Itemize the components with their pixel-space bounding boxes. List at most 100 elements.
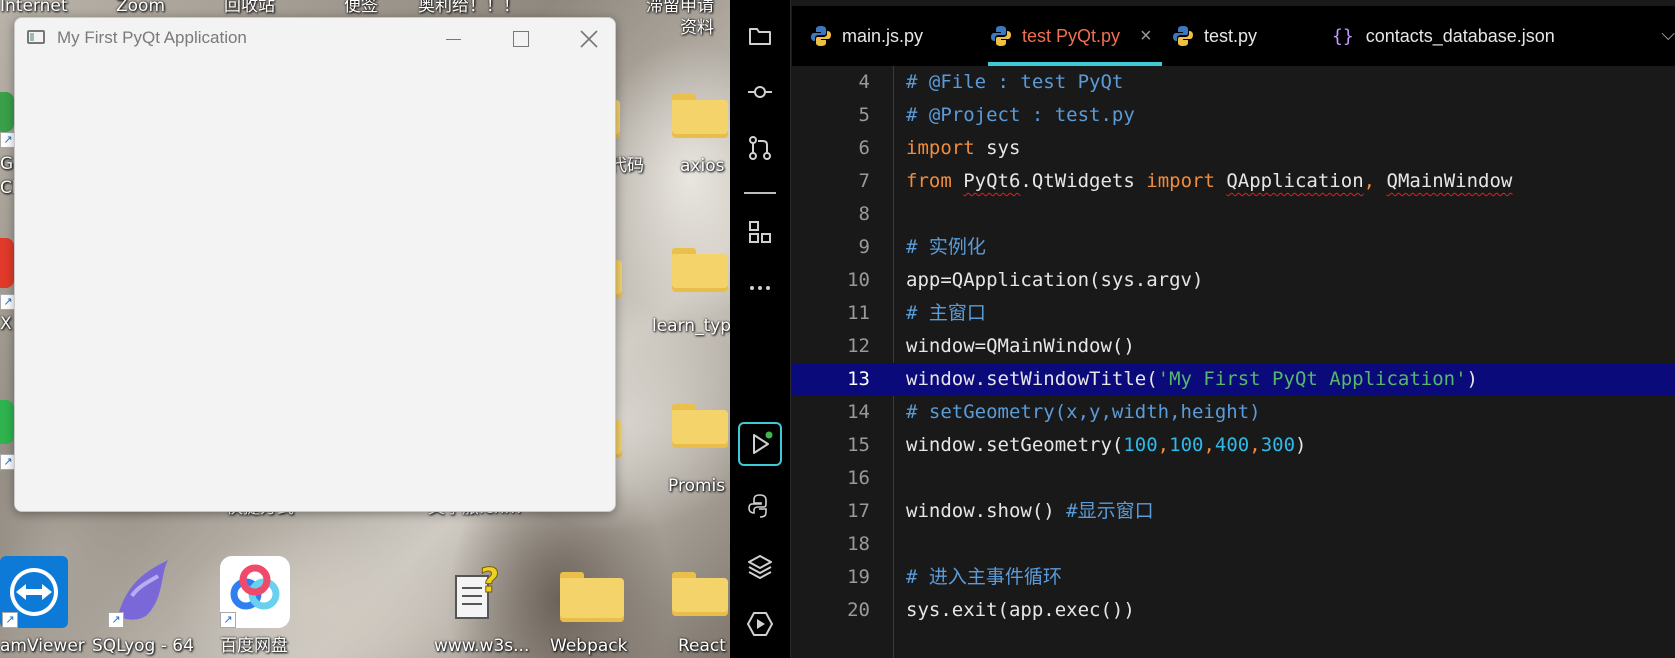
code-token: # setGeometry(x,y,width,height) xyxy=(906,401,1261,423)
code-text: # 实例化 xyxy=(906,231,986,264)
code-token: # 主窗口 xyxy=(906,302,986,324)
code-line[interactable]: 9 # 实例化 xyxy=(792,231,1675,264)
code-line[interactable]: 11 # 主窗口 xyxy=(792,297,1675,330)
folder-icon[interactable] xyxy=(672,404,728,448)
code-line[interactable]: 10 app=QApplication(sys.argv) xyxy=(792,264,1675,297)
desktop-icon-axios[interactable]: axios xyxy=(680,156,724,176)
pull-request-icon xyxy=(749,136,771,160)
code-line[interactable]: 13 window.setWindowTitle('My First PyQt A… xyxy=(792,363,1675,396)
python-icon xyxy=(991,26,1011,46)
desktop-icon-webpack[interactable]: Webpack xyxy=(550,636,627,656)
window-client-area[interactable] xyxy=(15,60,615,511)
code-token: window.show() xyxy=(906,500,1067,522)
chevron-down-icon[interactable]: ⌵ xyxy=(1661,24,1675,45)
code-editor[interactable]: 4 # @File : test PyQt 5 # @Project : test.p… xyxy=(792,66,1675,658)
minimize-button[interactable] xyxy=(425,18,481,60)
close-button[interactable] xyxy=(561,18,615,60)
commit-button[interactable] xyxy=(738,70,782,114)
code-text: # @File : test PyQt xyxy=(906,66,1123,99)
window-titlebar[interactable]: My First PyQt Application xyxy=(15,18,615,60)
folder-icon[interactable] xyxy=(672,572,728,616)
more-tools-button[interactable] xyxy=(738,266,782,310)
app-icon-green[interactable] xyxy=(0,400,14,444)
python-console-button[interactable] xyxy=(738,484,782,528)
desktop-icon-learn-typ[interactable]: learn_typ xyxy=(652,316,730,336)
code-line[interactable]: 19 # 进入主事件循环 xyxy=(792,561,1675,594)
desktop-icon-react[interactable]: React xyxy=(678,636,726,656)
layers-icon xyxy=(748,555,772,579)
code-line[interactable]: 5 # @Project : test.py xyxy=(792,99,1675,132)
run-button[interactable] xyxy=(738,422,782,466)
desktop-icon-baidu-netdisk[interactable]: 百度网盘 xyxy=(220,636,288,656)
code-line[interactable]: 6 import sys xyxy=(792,132,1675,165)
run-icon xyxy=(753,431,773,454)
python-icon xyxy=(1173,26,1193,46)
desktop-label-fragment-g[interactable]: G xyxy=(0,154,13,174)
code-line[interactable]: 16 xyxy=(792,462,1675,495)
line-number: 20 xyxy=(847,599,870,621)
code-token-error: PyQt6 xyxy=(963,170,1021,192)
desktop-label-materials[interactable]: 资料 xyxy=(680,18,714,38)
desktop-icon-promis[interactable]: Promis xyxy=(668,476,725,496)
desktop-icon-teamviewer[interactable]: amViewer xyxy=(0,636,85,656)
code-token: # 实例化 xyxy=(906,236,986,258)
structure-button[interactable] xyxy=(738,210,782,254)
line-number: 14 xyxy=(847,401,870,423)
layers-button[interactable] xyxy=(738,544,782,588)
code-line[interactable]: 18 xyxy=(792,528,1675,561)
code-line[interactable]: 14 # setGeometry(x,y,width,height) xyxy=(792,396,1675,429)
desktop-label-fragment-x[interactable]: X xyxy=(0,314,12,334)
line-number: 16 xyxy=(847,467,870,489)
code-text: window.setGeometry(100,100,400,300) xyxy=(906,429,1306,462)
code-line[interactable]: 15 window.setGeometry(100,100,400,300) xyxy=(792,429,1675,462)
code-line[interactable]: 4 # @File : test PyQt xyxy=(792,66,1675,99)
tab-contacts-database-json[interactable]: {} contacts_database.json xyxy=(1332,6,1555,66)
tab-test-py[interactable]: test.py xyxy=(1172,6,1257,66)
code-token: , xyxy=(1203,434,1215,456)
code-token: , xyxy=(1157,434,1170,456)
folder-icon[interactable] xyxy=(672,248,728,292)
code-token: 300 xyxy=(1260,434,1296,456)
desktop-label-notes[interactable]: 便签 xyxy=(344,0,378,16)
code-line[interactable]: 8 xyxy=(792,198,1675,231)
tab-main-js-py[interactable]: main.js.py xyxy=(810,6,923,66)
line-number: 13 xyxy=(847,368,870,390)
json-icon: {} xyxy=(1332,25,1354,47)
folder-icon[interactable] xyxy=(672,94,728,138)
tab-test-pyqt-py[interactable]: test PyQt.py × xyxy=(988,6,1162,66)
code-line[interactable]: 20 sys.exit(app.exec()) xyxy=(792,594,1675,627)
code-text: import sys xyxy=(906,132,1020,165)
editor-tab-bar: main.js.py test PyQt.py × test.py {} con… xyxy=(792,6,1675,66)
code-line[interactable]: 7 from PyQt6.QtWidgets import QApplicatio… xyxy=(792,165,1675,198)
desktop-label-internet[interactable]: Internet xyxy=(0,0,68,16)
tab-label: main.js.py xyxy=(842,25,924,46)
desktop: Internet Zoom 回收站 便签 奥利给！！！ 滞留申请 资料 ↗ G … xyxy=(0,0,730,658)
project-button[interactable] xyxy=(738,14,782,58)
code-line[interactable]: 12 window=QMainWindow() xyxy=(792,330,1675,363)
desktop-label-recycle-bin[interactable]: 回收站 xyxy=(224,0,275,16)
tab-close-button[interactable]: × xyxy=(1140,25,1152,48)
folder-icon[interactable] xyxy=(560,572,624,622)
maximize-button[interactable] xyxy=(493,18,549,60)
pyqt-window[interactable]: My First PyQt Application xyxy=(14,17,616,512)
app-icon-partial[interactable] xyxy=(0,92,14,132)
code-token: , xyxy=(1363,170,1387,192)
line-number: 8 xyxy=(858,203,870,225)
app-icon-red[interactable] xyxy=(0,238,14,288)
desktop-label-residence-application[interactable]: 滞留申请 xyxy=(646,0,714,16)
desktop-icon-sqlyog[interactable]: SQLyog - 64 xyxy=(92,636,194,656)
services-button[interactable] xyxy=(738,602,782,646)
help-file-icon[interactable]: ? xyxy=(452,561,506,624)
desktop-label-aoligei[interactable]: 奥利给！！！ xyxy=(418,0,520,16)
tab-label: contacts_database.json xyxy=(1365,25,1555,46)
desktop-label-zoom[interactable]: Zoom xyxy=(116,0,165,16)
code-text: # setGeometry(x,y,width,height) xyxy=(906,396,1261,429)
code-line[interactable]: 17 window.show() #显示窗口 xyxy=(792,495,1675,528)
structure-icon xyxy=(749,221,771,243)
code-token: ) xyxy=(1466,368,1478,390)
pull-requests-button[interactable] xyxy=(738,126,782,170)
desktop-icon-w3school[interactable]: www.w3s... xyxy=(434,636,529,656)
code-token: window=QMainWindow() xyxy=(906,335,1135,357)
activity-separator xyxy=(744,192,776,194)
